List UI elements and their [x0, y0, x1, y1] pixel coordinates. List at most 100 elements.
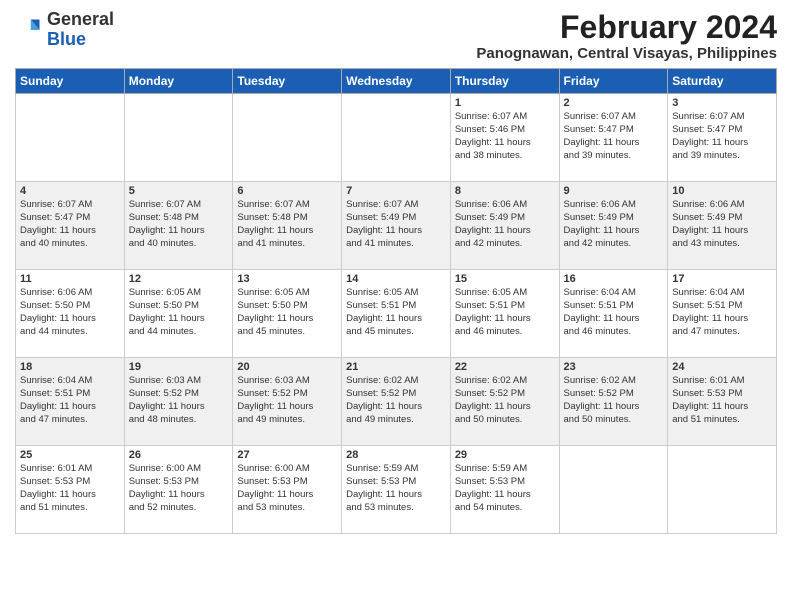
day-number: 4: [20, 185, 120, 197]
day-info: Sunrise: 5:59 AM Sunset: 5:53 PM Dayligh…: [346, 463, 446, 514]
calendar-day-cell: 18 Sunrise: 6:04 AM Sunset: 5:51 PM Dayli…: [16, 358, 125, 446]
day-info: Sunrise: 6:02 AM Sunset: 5:52 PM Dayligh…: [455, 375, 555, 426]
weekday-header-cell: Saturday: [668, 69, 777, 94]
calendar-day-cell: 6Sunrise: 6:07 AM Sunset: 5:48 PM Daylig…: [233, 182, 342, 270]
day-number: 16: [564, 273, 664, 285]
day-info: Sunrise: 6:07 AM Sunset: 5:49 PM Dayligh…: [346, 199, 446, 250]
day-info: Sunrise: 6:05 AM Sunset: 5:51 PM Dayligh…: [455, 287, 555, 338]
day-number: 22: [455, 361, 555, 373]
day-number: 13: [237, 273, 337, 285]
logo-icon: [15, 16, 43, 44]
day-number: 20: [237, 361, 337, 373]
calendar-day-cell: 28 Sunrise: 5:59 AM Sunset: 5:53 PM Dayli…: [342, 446, 451, 534]
day-number: 6: [237, 185, 337, 197]
day-info: Sunrise: 6:00 AM Sunset: 5:53 PM Dayligh…: [129, 463, 229, 514]
weekday-header-cell: Tuesday: [233, 69, 342, 94]
day-number: 24: [672, 361, 772, 373]
day-number: 2: [564, 97, 664, 109]
title-area: February 2024 Panognawan, Central Visaya…: [476, 10, 777, 62]
calendar-day-cell: 4Sunrise: 6:07 AM Sunset: 5:47 PM Daylig…: [16, 182, 125, 270]
day-number: 8: [455, 185, 555, 197]
day-info: Sunrise: 6:05 AM Sunset: 5:50 PM Dayligh…: [237, 287, 337, 338]
calendar-week-row: 4Sunrise: 6:07 AM Sunset: 5:47 PM Daylig…: [16, 182, 777, 270]
day-info: Sunrise: 6:07 AM Sunset: 5:46 PM Dayligh…: [455, 111, 555, 162]
calendar-day-cell: [16, 94, 125, 182]
logo: General Blue: [15, 10, 114, 50]
day-number: 1: [455, 97, 555, 109]
day-info: Sunrise: 6:06 AM Sunset: 5:49 PM Dayligh…: [564, 199, 664, 250]
calendar-day-cell: 19 Sunrise: 6:03 AM Sunset: 5:52 PM Dayli…: [124, 358, 233, 446]
calendar-day-cell: 5 Sunrise: 6:07 AM Sunset: 5:48 PM Daylig…: [124, 182, 233, 270]
day-info: Sunrise: 6:06 AM Sunset: 5:50 PM Dayligh…: [20, 287, 120, 338]
day-number: 19: [129, 361, 229, 373]
calendar-day-cell: 8 Sunrise: 6:06 AM Sunset: 5:49 PM Daylig…: [450, 182, 559, 270]
calendar-day-cell: 16 Sunrise: 6:04 AM Sunset: 5:51 PM Dayli…: [559, 270, 668, 358]
calendar-day-cell: 2Sunrise: 6:07 AM Sunset: 5:47 PM Daylig…: [559, 94, 668, 182]
calendar-day-cell: [668, 446, 777, 534]
day-number: 5: [129, 185, 229, 197]
weekday-header-row: SundayMondayTuesdayWednesdayThursdayFrid…: [16, 69, 777, 94]
day-info: Sunrise: 6:07 AM Sunset: 5:47 PM Dayligh…: [672, 111, 772, 162]
day-info: Sunrise: 6:04 AM Sunset: 5:51 PM Dayligh…: [672, 287, 772, 338]
day-number: 28: [346, 449, 446, 461]
calendar-week-row: 25Sunrise: 6:01 AM Sunset: 5:53 PM Dayli…: [16, 446, 777, 534]
calendar-day-cell: [559, 446, 668, 534]
calendar-day-cell: 9 Sunrise: 6:06 AM Sunset: 5:49 PM Daylig…: [559, 182, 668, 270]
day-info: Sunrise: 6:03 AM Sunset: 5:52 PM Dayligh…: [129, 375, 229, 426]
calendar-day-cell: 14Sunrise: 6:05 AM Sunset: 5:51 PM Dayli…: [342, 270, 451, 358]
day-info: Sunrise: 6:06 AM Sunset: 5:49 PM Dayligh…: [455, 199, 555, 250]
day-info: Sunrise: 6:02 AM Sunset: 5:52 PM Dayligh…: [564, 375, 664, 426]
weekday-header-cell: Wednesday: [342, 69, 451, 94]
day-info: Sunrise: 6:02 AM Sunset: 5:52 PM Dayligh…: [346, 375, 446, 426]
calendar-day-cell: 21 Sunrise: 6:02 AM Sunset: 5:52 PM Dayli…: [342, 358, 451, 446]
day-info: Sunrise: 6:01 AM Sunset: 5:53 PM Dayligh…: [20, 463, 120, 514]
calendar-day-cell: [124, 94, 233, 182]
calendar-day-cell: 17 Sunrise: 6:04 AM Sunset: 5:51 PM Dayli…: [668, 270, 777, 358]
weekday-header-cell: Thursday: [450, 69, 559, 94]
calendar-day-cell: 25Sunrise: 6:01 AM Sunset: 5:53 PM Dayli…: [16, 446, 125, 534]
day-info: Sunrise: 6:05 AM Sunset: 5:51 PM Dayligh…: [346, 287, 446, 338]
calendar-week-row: 18 Sunrise: 6:04 AM Sunset: 5:51 PM Dayli…: [16, 358, 777, 446]
day-number: 26: [129, 449, 229, 461]
calendar-week-row: 11Sunrise: 6:06 AM Sunset: 5:50 PM Dayli…: [16, 270, 777, 358]
day-number: 10: [672, 185, 772, 197]
day-info: Sunrise: 6:07 AM Sunset: 5:48 PM Dayligh…: [129, 199, 229, 250]
weekday-header-cell: Friday: [559, 69, 668, 94]
calendar-day-cell: 23 Sunrise: 6:02 AM Sunset: 5:52 PM Dayli…: [559, 358, 668, 446]
page-header: General Blue February 2024 Panognawan, C…: [15, 10, 777, 62]
calendar-day-cell: 29 Sunrise: 5:59 AM Sunset: 5:53 PM Dayli…: [450, 446, 559, 534]
calendar-day-cell: 11Sunrise: 6:06 AM Sunset: 5:50 PM Dayli…: [16, 270, 125, 358]
day-number: 21: [346, 361, 446, 373]
day-number: 15: [455, 273, 555, 285]
day-number: 12: [129, 273, 229, 285]
calendar-day-cell: 20 Sunrise: 6:03 AM Sunset: 5:52 PM Dayli…: [233, 358, 342, 446]
calendar-body: 1 Sunrise: 6:07 AM Sunset: 5:46 PM Daylig…: [16, 94, 777, 534]
day-info: Sunrise: 6:06 AM Sunset: 5:49 PM Dayligh…: [672, 199, 772, 250]
calendar-day-cell: [233, 94, 342, 182]
location-title: Panognawan, Central Visayas, Philippines: [476, 45, 777, 62]
day-info: Sunrise: 5:59 AM Sunset: 5:53 PM Dayligh…: [455, 463, 555, 514]
calendar-day-cell: 13 Sunrise: 6:05 AM Sunset: 5:50 PM Dayli…: [233, 270, 342, 358]
day-info: Sunrise: 6:04 AM Sunset: 5:51 PM Dayligh…: [20, 375, 120, 426]
month-title: February 2024: [476, 10, 777, 45]
day-info: Sunrise: 6:03 AM Sunset: 5:52 PM Dayligh…: [237, 375, 337, 426]
calendar-day-cell: 10 Sunrise: 6:06 AM Sunset: 5:49 PM Dayli…: [668, 182, 777, 270]
day-number: 17: [672, 273, 772, 285]
day-number: 23: [564, 361, 664, 373]
day-number: 27: [237, 449, 337, 461]
calendar-day-cell: 26 Sunrise: 6:00 AM Sunset: 5:53 PM Dayli…: [124, 446, 233, 534]
calendar-day-cell: 22 Sunrise: 6:02 AM Sunset: 5:52 PM Dayli…: [450, 358, 559, 446]
day-info: Sunrise: 6:05 AM Sunset: 5:50 PM Dayligh…: [129, 287, 229, 338]
calendar-day-cell: 7 Sunrise: 6:07 AM Sunset: 5:49 PM Daylig…: [342, 182, 451, 270]
day-number: 29: [455, 449, 555, 461]
calendar-day-cell: [342, 94, 451, 182]
calendar-day-cell: 3Sunrise: 6:07 AM Sunset: 5:47 PM Daylig…: [668, 94, 777, 182]
logo-text: General Blue: [47, 10, 114, 50]
day-info: Sunrise: 6:00 AM Sunset: 5:53 PM Dayligh…: [237, 463, 337, 514]
calendar-day-cell: 15 Sunrise: 6:05 AM Sunset: 5:51 PM Dayli…: [450, 270, 559, 358]
day-info: Sunrise: 6:04 AM Sunset: 5:51 PM Dayligh…: [564, 287, 664, 338]
day-number: 7: [346, 185, 446, 197]
calendar-day-cell: 27 Sunrise: 6:00 AM Sunset: 5:53 PM Dayli…: [233, 446, 342, 534]
day-number: 9: [564, 185, 664, 197]
day-number: 18: [20, 361, 120, 373]
